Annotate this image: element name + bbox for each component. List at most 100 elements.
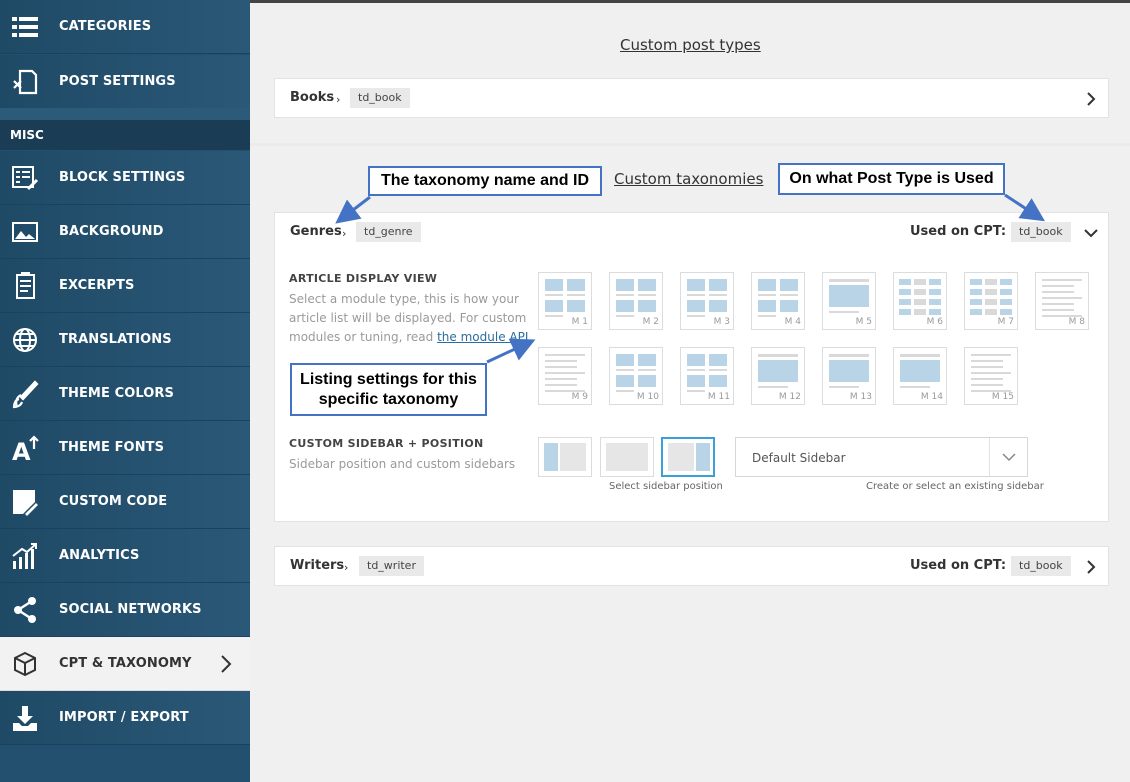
sidebar-item-excerpts[interactable]: EXCERPTS bbox=[0, 259, 250, 313]
sidebar-item-cpt-taxonomy[interactable]: CPT & TAXONOMY bbox=[0, 637, 250, 691]
used-on-cpt-label: Used on CPT: bbox=[910, 224, 1007, 239]
taxonomy-name: Writers bbox=[290, 558, 345, 573]
module-option[interactable]: M 5 bbox=[822, 272, 876, 330]
sidebar-item-analytics[interactable]: ANALYTICS bbox=[0, 529, 250, 583]
chevron-right-icon[interactable] bbox=[1085, 91, 1097, 107]
sidebar-item-label: SOCIAL NETWORKS bbox=[59, 602, 202, 617]
module-label: M 6 bbox=[926, 317, 943, 327]
sidebar-item-background[interactable]: BACKGROUND bbox=[0, 205, 250, 259]
module-label: M 2 bbox=[642, 317, 659, 327]
misc-section-header: MISC bbox=[0, 120, 250, 150]
sidebar-select-hint: Create or select an existing sidebar bbox=[866, 481, 1044, 492]
brush-icon bbox=[12, 380, 39, 409]
module-option[interactable]: M 1 bbox=[538, 272, 592, 330]
chevron-down-icon[interactable] bbox=[1083, 227, 1099, 239]
taxonomy-row-writers[interactable]: Writers › td_writer Used on CPT: td_book bbox=[274, 546, 1109, 586]
sidebar-position-hint: Select sidebar position bbox=[609, 481, 723, 492]
sidebar-item-custom-code[interactable]: CUSTOM CODE bbox=[0, 475, 250, 529]
share-icon bbox=[14, 597, 36, 623]
font-icon: A bbox=[12, 435, 39, 463]
module-option[interactable]: M 11 bbox=[680, 347, 734, 405]
arrow-icon: › bbox=[342, 227, 347, 240]
download-icon bbox=[13, 706, 37, 731]
article-view-title: ARTICLE DISPLAY VIEW bbox=[289, 272, 438, 285]
taxonomy-name: Genres bbox=[290, 224, 342, 239]
sidebar-item-label: THEME COLORS bbox=[59, 386, 175, 401]
sidebar-right-option[interactable] bbox=[661, 437, 715, 477]
sidebar-item-label: EXCERPTS bbox=[59, 278, 135, 293]
cpt-section bbox=[250, 3, 1130, 143]
cpt-name: Books bbox=[290, 90, 335, 105]
cpt-tag: td_book bbox=[1011, 222, 1071, 242]
module-option[interactable]: M 4 bbox=[751, 272, 805, 330]
sidebar-item-label: CPT & TAXONOMY bbox=[59, 656, 192, 671]
svg-text:A: A bbox=[12, 438, 31, 463]
sidebar-item-label: THEME FONTS bbox=[59, 440, 165, 455]
sidebar-position-desc: Sidebar position and custom sidebars bbox=[289, 457, 516, 471]
module-option[interactable]: M 15 bbox=[964, 347, 1018, 405]
analytics-icon bbox=[12, 543, 37, 569]
module-label: M 4 bbox=[784, 317, 801, 327]
document-icon bbox=[16, 272, 35, 299]
module-label: M 5 bbox=[855, 317, 872, 327]
callout-post-type: On what Post Type is Used bbox=[778, 163, 1005, 195]
module-option[interactable]: M 8 bbox=[1035, 272, 1089, 330]
sidebar-item-label: IMPORT / EXPORT bbox=[59, 710, 189, 725]
cpt-row-books[interactable]: Books › td_book bbox=[274, 78, 1109, 118]
cpt-id-tag: td_book bbox=[350, 88, 410, 108]
module-option[interactable]: M 7 bbox=[964, 272, 1018, 330]
sidebar-item-theme-colors[interactable]: THEME COLORS bbox=[0, 367, 250, 421]
module-label: M 12 bbox=[778, 392, 801, 402]
taxonomy-id-tag: td_genre bbox=[356, 222, 421, 242]
module-option[interactable]: M 2 bbox=[609, 272, 663, 330]
module-label: M 3 bbox=[713, 317, 730, 327]
sidebar: CATEGORIES POST SETTINGS MISC BLOCK SETT… bbox=[0, 0, 250, 782]
sidebar-item-label: CUSTOM CODE bbox=[59, 494, 168, 509]
module-label: M 8 bbox=[1068, 317, 1085, 327]
sidebar-item-translations[interactable]: TRANSLATIONS bbox=[0, 313, 250, 367]
arrow-icon: › bbox=[336, 93, 341, 106]
callout-listing-settings: Listing settings for this specific taxon… bbox=[290, 363, 487, 416]
box-icon bbox=[14, 651, 36, 677]
cpt-title[interactable]: Custom post types bbox=[620, 36, 761, 54]
sidebar-select[interactable]: Default Sidebar bbox=[735, 437, 1028, 477]
sidebar-item-block-settings[interactable]: BLOCK SETTINGS bbox=[0, 151, 250, 205]
module-label: M 11 bbox=[707, 392, 730, 402]
article-view-desc: Select a module type, this is how your a… bbox=[289, 292, 529, 344]
arrow-icon: › bbox=[344, 561, 349, 574]
module-label: M 7 bbox=[997, 317, 1014, 327]
module-option[interactable]: M 13 bbox=[822, 347, 876, 405]
sidebar-none-option[interactable] bbox=[600, 437, 654, 477]
module-option[interactable]: M 6 bbox=[893, 272, 947, 330]
misc-label: MISC bbox=[10, 128, 44, 142]
sidebar-select-value: Default Sidebar bbox=[752, 451, 846, 465]
sidebar-item-label: TRANSLATIONS bbox=[59, 332, 172, 347]
sidebar-left-option[interactable] bbox=[538, 437, 592, 477]
module-label: M 9 bbox=[571, 392, 588, 402]
sidebar-item-import-export[interactable]: IMPORT / EXPORT bbox=[0, 691, 250, 745]
post-settings-icon bbox=[13, 69, 38, 95]
used-on-cpt-label: Used on CPT: bbox=[910, 558, 1007, 573]
module-label: M 1 bbox=[571, 317, 588, 327]
taxonomy-row-genres[interactable]: Genres › td_genre Used on CPT: td_book bbox=[274, 212, 1109, 253]
sidebar-item-theme-fonts[interactable]: A THEME FONTS bbox=[0, 421, 250, 475]
module-option[interactable]: M 10 bbox=[609, 347, 663, 405]
module-option[interactable]: M 9 bbox=[538, 347, 592, 405]
module-option[interactable]: M 14 bbox=[893, 347, 947, 405]
sidebar-item-label: ANALYTICS bbox=[59, 548, 140, 563]
module-option[interactable]: M 3 bbox=[680, 272, 734, 330]
sidebar-item-social-networks[interactable]: SOCIAL NETWORKS bbox=[0, 583, 250, 637]
list-icon bbox=[12, 17, 38, 37]
sidebar-item-label: BLOCK SETTINGS bbox=[59, 170, 186, 185]
sidebar-select-toggle[interactable] bbox=[989, 438, 1027, 476]
module-option[interactable]: M 12 bbox=[751, 347, 805, 405]
sidebar-item-label: CATEGORIES bbox=[59, 19, 152, 34]
taxonomies-title[interactable]: Custom taxonomies bbox=[614, 170, 763, 188]
image-icon bbox=[12, 222, 38, 242]
chevron-right-icon[interactable] bbox=[1085, 559, 1097, 575]
cpt-tag: td_book bbox=[1011, 556, 1071, 576]
sidebar-item-post-settings[interactable]: POST SETTINGS bbox=[0, 55, 250, 109]
chevron-down-icon bbox=[1002, 453, 1016, 462]
sidebar-item-categories[interactable]: CATEGORIES bbox=[0, 0, 250, 54]
module-api-link[interactable]: the module API bbox=[437, 330, 528, 344]
